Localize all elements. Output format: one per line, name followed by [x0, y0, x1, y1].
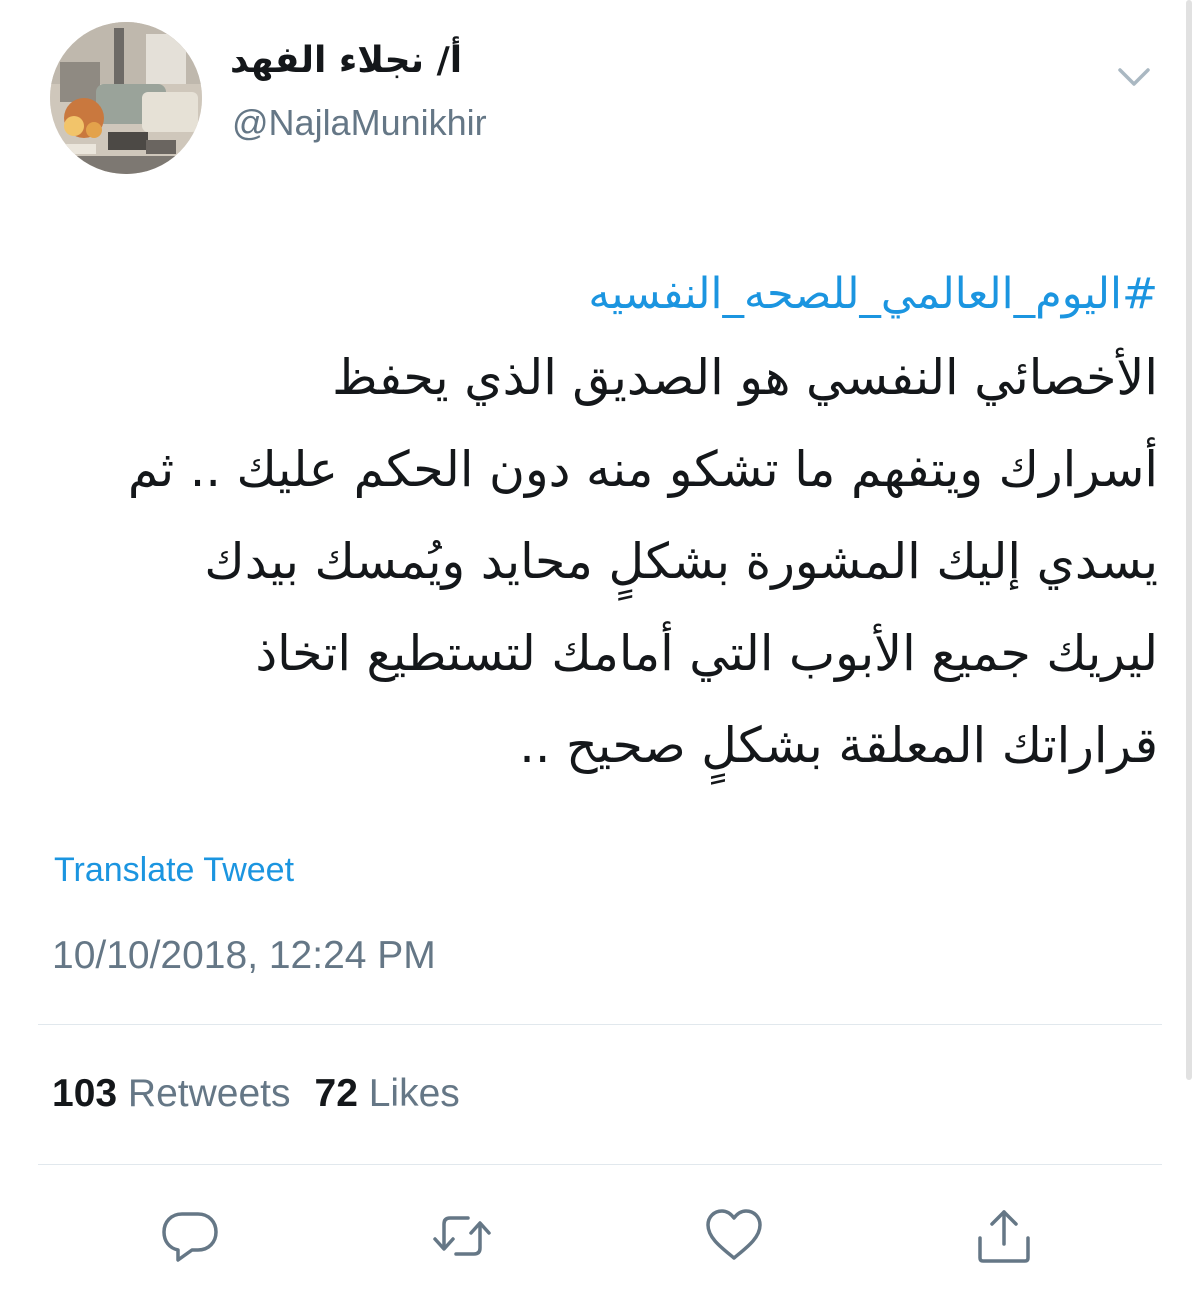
avatar[interactable] — [50, 22, 202, 174]
tweet-text-line: الأخصائي النفسي هو الصديق الذي يحفظ — [332, 349, 1158, 406]
likes-count: 72 — [314, 1072, 358, 1115]
share-button[interactable] — [972, 1204, 1036, 1268]
tweet-text: #اليوم_العالمي_للصحه_النفسيه الأخصائي ال… — [50, 256, 1158, 792]
tweet-text-line: يسدي إليك المشورة بشكلٍ محايد ويُمسك بيد… — [204, 533, 1158, 590]
retweets-stat[interactable]: 103 Retweets — [52, 1072, 291, 1115]
divider — [38, 1024, 1162, 1025]
display-name[interactable]: أ/ نجلاء الفهد — [230, 40, 462, 81]
retweets-count: 103 — [52, 1072, 118, 1115]
tweet-text-line: ليريك جميع الأبوب التي أمامك لتستطيع اتخ… — [255, 625, 1158, 682]
tweet-text-line: قراراتك المعلقة بشكلٍ صحيح .. — [519, 717, 1158, 774]
heart-icon — [706, 1209, 762, 1260]
likes-stat[interactable]: 72 Likes — [315, 1072, 460, 1115]
tweet-text-line: أسرارك ويتفهم ما تشكو منه دون الحكم عليك… — [127, 441, 1158, 498]
chevron-down-icon[interactable] — [1110, 56, 1158, 96]
divider — [38, 1164, 1162, 1165]
retweets-label: Retweets — [127, 1072, 291, 1115]
avatar-photo — [50, 22, 202, 174]
share-icon — [978, 1210, 1030, 1263]
translate-tweet-link[interactable]: Translate Tweet — [54, 851, 294, 890]
hashtag-link[interactable]: #اليوم_العالمي_للصحه_النفسيه — [50, 256, 1158, 332]
tweet-stats: 103 Retweets 72 Likes — [52, 1072, 484, 1116]
tweet-detail: أ/ نجلاء الفهد @NajlaMunikhir #اليوم_الع… — [0, 0, 1200, 1302]
likes-label: Likes — [368, 1072, 460, 1115]
tweet-timestamp: 10/10/2018, 12:24 PM — [52, 934, 436, 977]
reply-button[interactable] — [158, 1204, 222, 1268]
scrollbar[interactable] — [1186, 0, 1192, 1080]
retweet-icon — [433, 1216, 491, 1256]
user-handle[interactable]: @NajlaMunikhir — [232, 102, 487, 144]
reply-icon — [162, 1212, 218, 1262]
like-button[interactable] — [702, 1204, 766, 1268]
retweet-button[interactable] — [430, 1204, 494, 1268]
